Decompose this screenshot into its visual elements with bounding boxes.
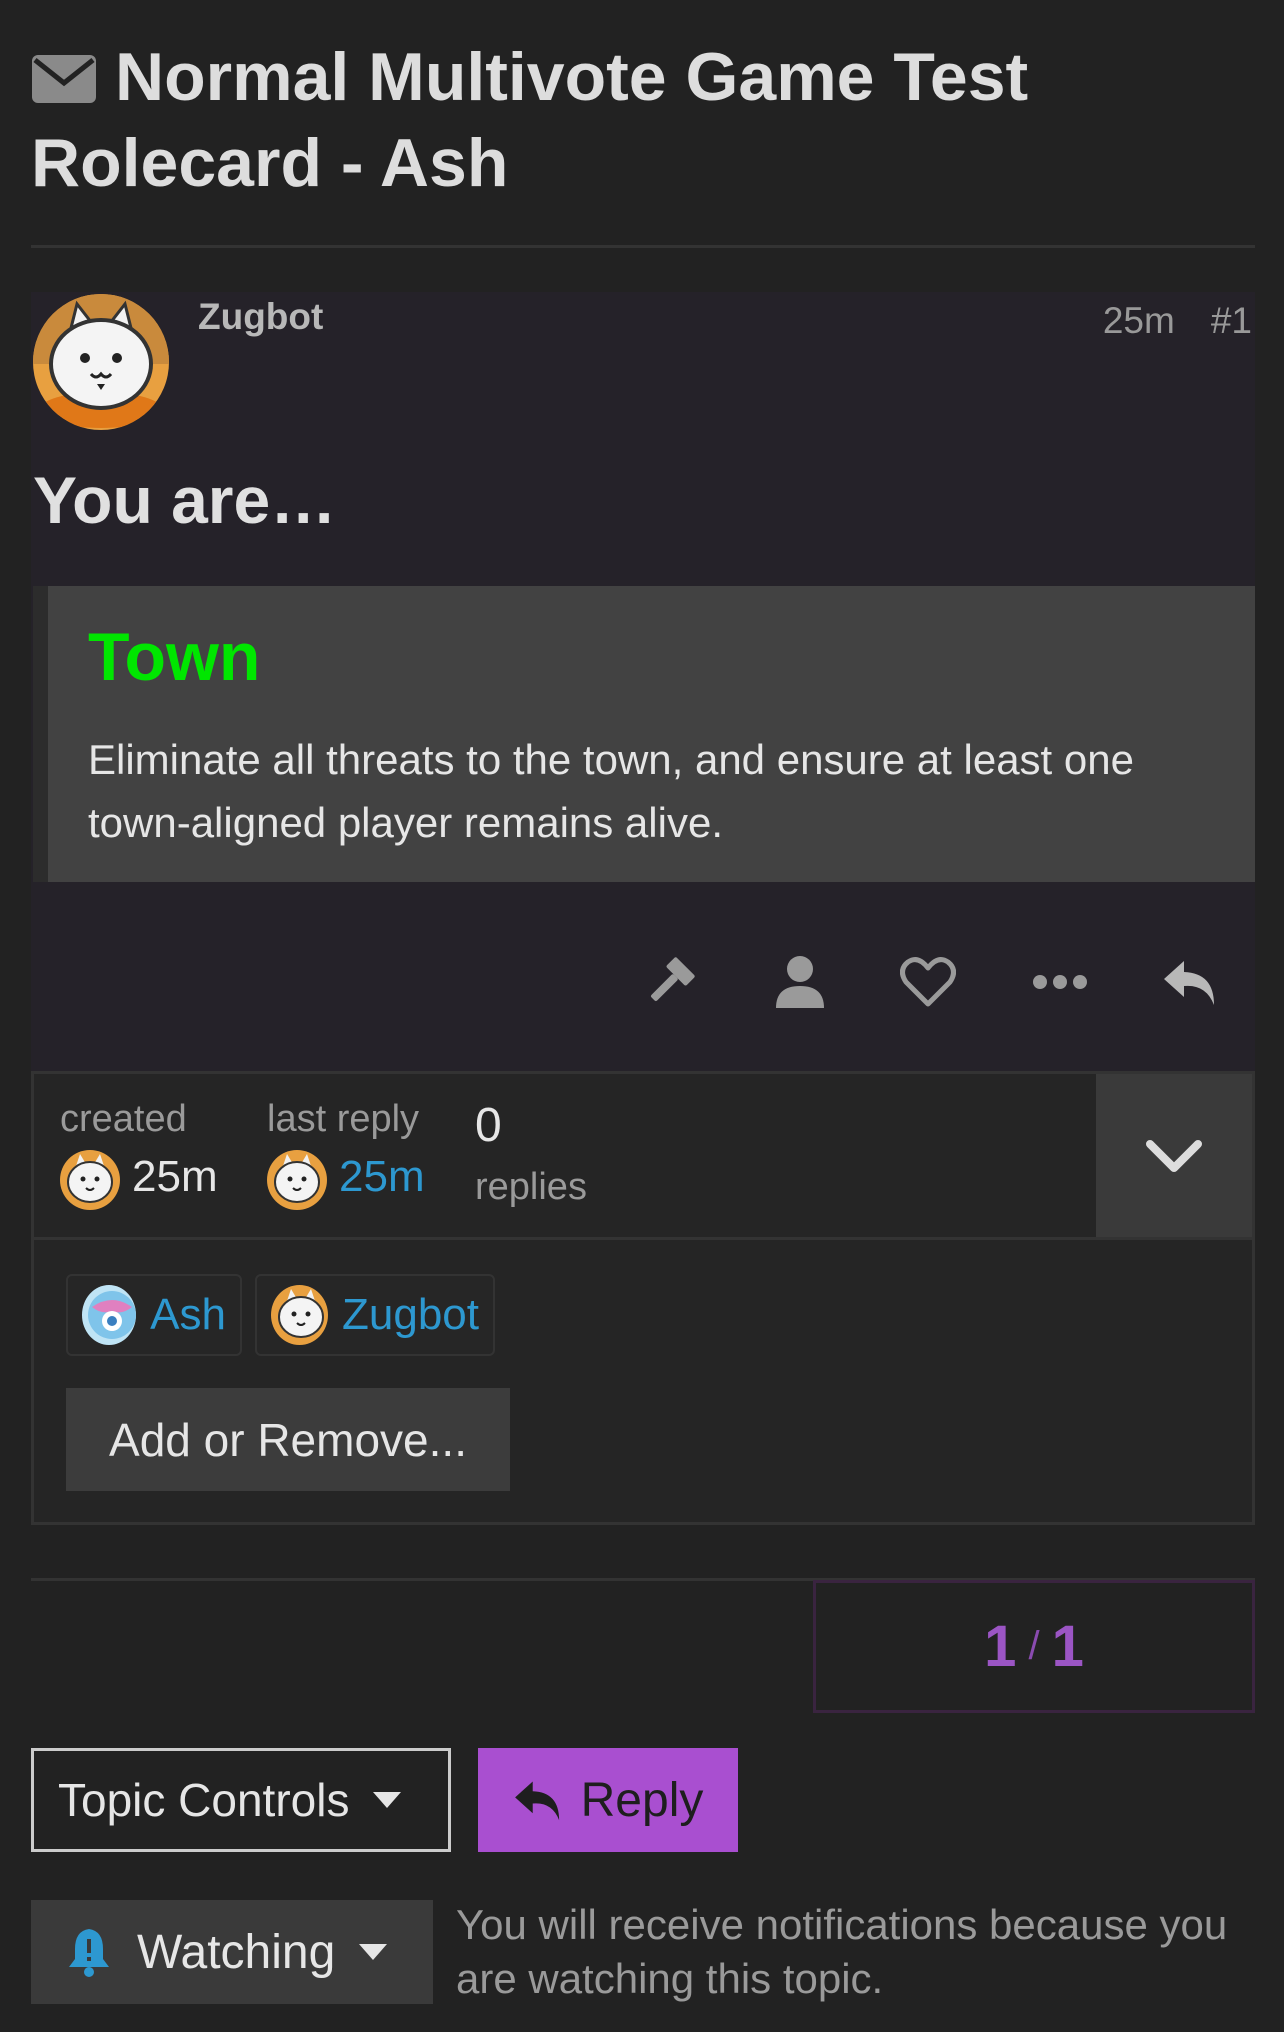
reply-icon [514, 1781, 559, 1821]
watching-label: Watching [137, 1925, 336, 1979]
post-age[interactable]: 25m [1103, 300, 1175, 341]
post-number[interactable]: #1 [1211, 300, 1252, 341]
created-value[interactable]: 25m [132, 1152, 218, 1202]
envelope-icon [31, 38, 97, 103]
avatar [271, 1285, 329, 1345]
notifications-button[interactable]: Watching [31, 1900, 433, 2004]
participant-name: Ash [150, 1290, 226, 1339]
pager-separator: / [1028, 1624, 1040, 1668]
bell-icon [69, 1929, 109, 1977]
alignment-label: Town [88, 619, 261, 695]
post-username[interactable]: Zugbot [198, 296, 323, 338]
last-reply-label: last reply [267, 1098, 420, 1140]
topic-controls-button[interactable]: Topic Controls [31, 1748, 451, 1852]
more-icon[interactable] [1030, 952, 1090, 1012]
participant-name: Zugbot [342, 1290, 479, 1339]
reply-icon[interactable] [1160, 952, 1220, 1012]
reply-label: Reply [580, 1773, 704, 1827]
caret-down-icon [359, 1944, 388, 1960]
reply-button[interactable]: Reply [478, 1748, 738, 1852]
last-reply-value[interactable]: 25m [339, 1152, 425, 1202]
participant-chip-ash[interactable]: Ash [66, 1274, 242, 1356]
topic-map-divider [31, 1237, 1255, 1240]
avatar [82, 1285, 137, 1345]
title-divider [31, 245, 1255, 248]
post-pager[interactable]: 1 / 1 [813, 1580, 1255, 1713]
gavel-icon[interactable] [640, 952, 700, 1012]
notification-reason: You will receive notifications because y… [456, 1901, 1228, 2002]
topic-title: Normal Multivote Game Test Rolecard - As… [31, 34, 1261, 206]
replies-label: replies [475, 1166, 587, 1208]
caret-down-icon [373, 1792, 402, 1808]
participant-chip-zugbot[interactable]: Zugbot [255, 1274, 495, 1356]
expand-topic-map-button[interactable] [1096, 1074, 1252, 1237]
post-heading: You are… [33, 463, 337, 537]
pager-total: 1 [1051, 1614, 1084, 1679]
heart-icon[interactable] [898, 952, 958, 1012]
add-or-remove-button[interactable]: Add or Remove... [66, 1388, 510, 1491]
chevron-down-icon [1146, 1139, 1202, 1172]
topic-controls-label: Topic Controls [58, 1774, 350, 1826]
created-label: created [60, 1098, 187, 1140]
user-icon[interactable] [770, 952, 830, 1012]
avatar [267, 1150, 327, 1210]
topic-title-text: Normal Multivote Game Test Rolecard - As… [31, 39, 1029, 201]
avatar[interactable] [33, 294, 169, 430]
win-condition-text: Eliminate all threats to the town, and e… [88, 736, 1134, 846]
post-meta: 25m #1 [1067, 300, 1252, 342]
replies-count: 0 [475, 1099, 502, 1152]
pager-current: 1 [984, 1614, 1017, 1679]
avatar [60, 1150, 120, 1210]
